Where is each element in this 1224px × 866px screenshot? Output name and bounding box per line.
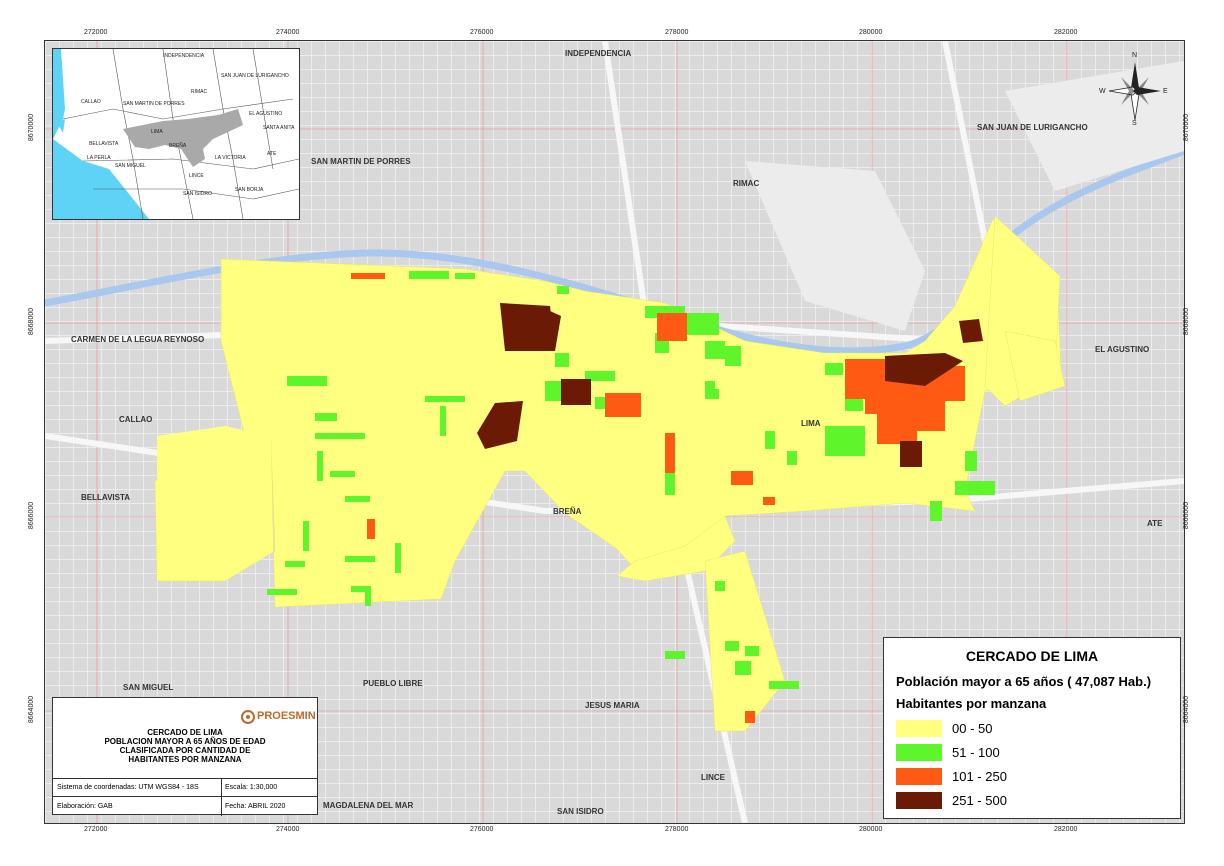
logo-text: PROESMIN <box>257 710 316 722</box>
legend-label: 251 - 500 <box>952 793 1007 808</box>
inset-label: SAN ISIDRO <box>183 191 212 197</box>
legend-swatch <box>896 792 942 809</box>
x-tick-bottom: 276000 <box>470 826 494 833</box>
north-arrow: N S E W <box>1099 52 1168 127</box>
map-title-line: HABITANTES POR MANZANA <box>128 755 242 764</box>
coord-system: Sistema de coordenadas: UTM WGS84 - 18S <box>57 784 199 791</box>
district-label-lince: LINCE <box>701 773 725 782</box>
legend: CERCADO DE LIMA Población mayor a 65 año… <box>883 637 1181 819</box>
inset-label: LIMA <box>151 129 163 135</box>
proesmin-logo: PROESMIN <box>241 708 316 726</box>
inset-label: INDEPENDENCIA <box>163 53 205 59</box>
divider <box>53 778 317 779</box>
title-block: PROESMIN CERCADO DE LIMA POBLACION MAYOR… <box>52 697 318 816</box>
legend-label: 51 - 100 <box>952 745 1000 760</box>
x-tick-top: 276000 <box>470 29 494 36</box>
y-tick-left: 8664000 <box>28 695 36 724</box>
x-tick-bottom: 280000 <box>859 826 883 833</box>
district-label-sanisidro: SAN ISIDRO <box>557 807 604 816</box>
inset-label: ATE <box>267 151 277 157</box>
inset-label: SAN BORJA <box>235 187 264 193</box>
south-label: S <box>1132 120 1137 127</box>
legend-heading: Habitantes por manzana <box>896 696 1047 711</box>
map-title-line: CERCADO DE LIMA <box>147 728 223 737</box>
inset-label: BELLAVISTA <box>89 141 119 147</box>
district-label-independencia: INDEPENDENCIA <box>565 49 632 58</box>
y-tick-right: 8664000 <box>1183 695 1191 724</box>
legend-label: 00 - 50 <box>952 721 993 736</box>
map-title-line: POBLACION MAYOR A 65 AÑOS DE EDAD <box>104 737 266 746</box>
divider <box>53 796 317 797</box>
inset-label: SAN JUAN DE LURIGANCHO <box>221 73 289 79</box>
y-tick-right: 8668000 <box>1183 307 1191 336</box>
inset-map: INDEPENDENCIA SAN JUAN DE LURIGANCHO CAL… <box>52 48 300 220</box>
legend-swatch <box>896 768 942 785</box>
x-tick-bottom: 274000 <box>276 826 300 833</box>
y-tick-right: 8670000 <box>1183 113 1191 142</box>
map-title-line: CLASIFICADA POR CANTIDAD DE <box>119 746 251 755</box>
logo-icon <box>241 710 255 724</box>
legend-swatch <box>896 720 942 737</box>
district-label-magdalena: MAGDALENA DEL MAR <box>323 801 414 810</box>
y-tick-left: 8670000 <box>28 113 36 142</box>
legend-subtitle: Población mayor a 65 años ( 47,087 Hab.) <box>896 674 1152 689</box>
map-title: CERCADO DE LIMA POBLACION MAYOR A 65 AÑO… <box>53 728 317 764</box>
west-label: W <box>1099 88 1106 95</box>
x-tick-bottom: 272000 <box>84 826 108 833</box>
district-label-carmen: CARMEN DE LA LEGUA REYNOSO <box>71 335 205 344</box>
district-label-smp: SAN MARTIN DE PORRES <box>311 157 411 166</box>
y-tick-left: 8668000 <box>28 307 36 336</box>
district-label-brena: BREÑA <box>553 507 582 516</box>
district-label-rimac: RIMAC <box>733 179 760 188</box>
divider <box>221 778 222 816</box>
district-label-lima: LIMA <box>801 419 821 428</box>
north-label: N <box>1132 52 1138 59</box>
inset-label: SAN MARTIN DE PORRES <box>123 101 185 107</box>
inset-label: LA PERLA <box>87 155 111 161</box>
district-label-ate: ATE <box>1147 519 1163 528</box>
district-label-jesusmaria: JESUS MARIA <box>585 701 640 710</box>
inset-label: BREÑA <box>169 143 187 149</box>
legend-label: 101 - 250 <box>952 769 1007 784</box>
district-label-sjl: SAN JUAN DE LURIGANCHO <box>977 123 1088 132</box>
author: Elaboración: GAB <box>57 803 113 810</box>
inset-label: LINCE <box>189 173 204 179</box>
inset-label: RIMAC <box>191 89 208 95</box>
east-label: E <box>1163 88 1168 95</box>
x-tick-top: 278000 <box>665 29 689 36</box>
legend-title: CERCADO DE LIMA <box>965 648 1099 664</box>
x-tick-top: 280000 <box>859 29 883 36</box>
x-tick-top: 274000 <box>276 29 300 36</box>
x-tick-bottom: 282000 <box>1054 826 1078 833</box>
scale: Escala: 1:30,000 <box>225 784 278 791</box>
district-label-pueblolibre: PUEBLO LIBRE <box>363 679 423 688</box>
x-tick-bottom: 278000 <box>665 826 689 833</box>
compass-icon <box>1108 62 1161 121</box>
y-tick-right: 8666000 <box>1183 501 1191 530</box>
district-label-bellavista: BELLAVISTA <box>81 493 131 502</box>
inset-label: SANTA ANITA <box>263 125 295 131</box>
inset-label: LA VICTORIA <box>215 155 246 161</box>
district-label-agustino: EL AGUSTINO <box>1095 345 1150 354</box>
date: Fecha: ABRIL 2020 <box>225 803 286 810</box>
x-tick-top: 282000 <box>1054 29 1078 36</box>
district-label-callao: CALLAO <box>119 415 153 424</box>
district-label-sanmiguel: SAN MIGUEL <box>123 683 174 692</box>
y-tick-left: 8666000 <box>28 501 36 530</box>
x-tick-top: 272000 <box>84 29 108 36</box>
legend-swatch <box>896 744 942 761</box>
inset-label: EL AGUSTINO <box>249 111 283 117</box>
inset-label: CALLAO <box>81 99 101 105</box>
inset-label: SAN MIGUEL <box>115 163 146 169</box>
